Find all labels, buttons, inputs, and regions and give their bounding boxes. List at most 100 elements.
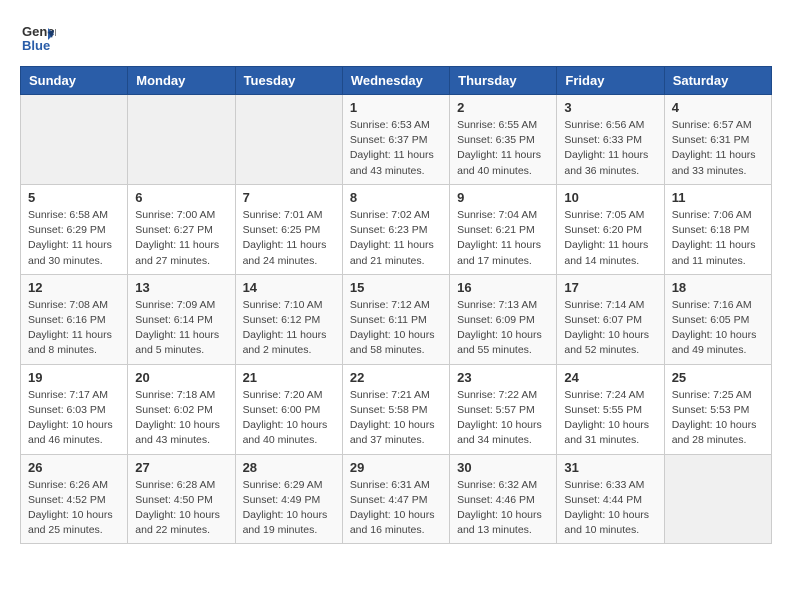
- day-number: 20: [135, 370, 227, 385]
- calendar-cell: 31 Sunrise: 6:33 AM Sunset: 4:44 PM Dayli…: [557, 454, 664, 544]
- calendar-cell: 15Sunrise: 7:12 AM Sunset: 6:11 PM Dayli…: [342, 274, 449, 364]
- day-number: 5: [28, 190, 120, 205]
- day-info: Sunrise: 6:56 AM Sunset: 6:33 PM Dayligh…: [564, 118, 656, 179]
- day-of-week-header: Monday: [128, 67, 235, 95]
- day-number: 13: [135, 280, 227, 295]
- day-info: Sunrise: 7:22 AM Sunset: 5:57 PM Dayligh…: [457, 388, 549, 449]
- calendar-cell: 10 Sunrise: 7:05 AM Sunset: 6:20 PM Dayli…: [557, 184, 664, 274]
- calendar-cell: 11 Sunrise: 7:06 AM Sunset: 6:18 PM Dayli…: [664, 184, 771, 274]
- calendar-cell: [235, 95, 342, 185]
- calendar-cell: 23 Sunrise: 7:22 AM Sunset: 5:57 PM Dayli…: [450, 364, 557, 454]
- day-info: Sunrise: 6:31 AM Sunset: 4:47 PM Dayligh…: [350, 478, 442, 539]
- day-info: Sunrise: 7:20 AM Sunset: 6:00 PM Dayligh…: [243, 388, 335, 449]
- day-number: 9: [457, 190, 549, 205]
- day-number: 16: [457, 280, 549, 295]
- page-header: General Blue: [20, 20, 772, 56]
- day-info: Sunrise: 7:16 AM Sunset: 6:05 PM Dayligh…: [672, 298, 764, 359]
- calendar-cell: 24 Sunrise: 7:24 AM Sunset: 5:55 PM Dayli…: [557, 364, 664, 454]
- day-info: Sunrise: 7:17 AM Sunset: 6:03 PM Dayligh…: [28, 388, 120, 449]
- day-of-week-header: Friday: [557, 67, 664, 95]
- day-number: 24: [564, 370, 656, 385]
- day-info: Sunrise: 7:00 AM Sunset: 6:27 PM Dayligh…: [135, 208, 227, 269]
- day-of-week-header: Tuesday: [235, 67, 342, 95]
- day-number: 19: [28, 370, 120, 385]
- calendar-cell: 25Sunrise: 7:25 AM Sunset: 5:53 PM Dayli…: [664, 364, 771, 454]
- day-number: 29: [350, 460, 442, 475]
- calendar-cell: 4 Sunrise: 6:57 AM Sunset: 6:31 PM Daylig…: [664, 95, 771, 185]
- day-number: 12: [28, 280, 120, 295]
- day-info: Sunrise: 6:33 AM Sunset: 4:44 PM Dayligh…: [564, 478, 656, 539]
- day-info: Sunrise: 7:02 AM Sunset: 6:23 PM Dayligh…: [350, 208, 442, 269]
- calendar-cell: 12 Sunrise: 7:08 AM Sunset: 6:16 PM Dayli…: [21, 274, 128, 364]
- day-number: 26: [28, 460, 120, 475]
- day-info: Sunrise: 6:57 AM Sunset: 6:31 PM Dayligh…: [672, 118, 764, 179]
- day-info: Sunrise: 7:10 AM Sunset: 6:12 PM Dayligh…: [243, 298, 335, 359]
- day-number: 10: [564, 190, 656, 205]
- calendar-cell: [21, 95, 128, 185]
- day-number: 6: [135, 190, 227, 205]
- calendar-cell: 14 Sunrise: 7:10 AM Sunset: 6:12 PM Dayli…: [235, 274, 342, 364]
- calendar-cell: 21 Sunrise: 7:20 AM Sunset: 6:00 PM Dayli…: [235, 364, 342, 454]
- day-number: 11: [672, 190, 764, 205]
- day-info: Sunrise: 7:06 AM Sunset: 6:18 PM Dayligh…: [672, 208, 764, 269]
- calendar-cell: 8 Sunrise: 7:02 AM Sunset: 6:23 PM Daylig…: [342, 184, 449, 274]
- calendar-cell: 30 Sunrise: 6:32 AM Sunset: 4:46 PM Dayli…: [450, 454, 557, 544]
- logo: General Blue: [20, 20, 60, 56]
- day-info: Sunrise: 6:26 AM Sunset: 4:52 PM Dayligh…: [28, 478, 120, 539]
- day-number: 14: [243, 280, 335, 295]
- day-info: Sunrise: 7:04 AM Sunset: 6:21 PM Dayligh…: [457, 208, 549, 269]
- day-number: 4: [672, 100, 764, 115]
- day-info: Sunrise: 6:29 AM Sunset: 4:49 PM Dayligh…: [243, 478, 335, 539]
- calendar-header-row: SundayMondayTuesdayWednesdayThursdayFrid…: [21, 67, 772, 95]
- day-number: 23: [457, 370, 549, 385]
- day-info: Sunrise: 6:55 AM Sunset: 6:35 PM Dayligh…: [457, 118, 549, 179]
- day-info: Sunrise: 6:28 AM Sunset: 4:50 PM Dayligh…: [135, 478, 227, 539]
- day-of-week-header: Wednesday: [342, 67, 449, 95]
- day-info: Sunrise: 7:18 AM Sunset: 6:02 PM Dayligh…: [135, 388, 227, 449]
- day-number: 27: [135, 460, 227, 475]
- calendar-week-row: 1Sunrise: 6:53 AM Sunset: 6:37 PM Daylig…: [21, 95, 772, 185]
- calendar-cell: 18 Sunrise: 7:16 AM Sunset: 6:05 PM Dayli…: [664, 274, 771, 364]
- day-info: Sunrise: 6:53 AM Sunset: 6:37 PM Dayligh…: [350, 118, 442, 179]
- calendar-cell: 3 Sunrise: 6:56 AM Sunset: 6:33 PM Daylig…: [557, 95, 664, 185]
- day-info: Sunrise: 7:21 AM Sunset: 5:58 PM Dayligh…: [350, 388, 442, 449]
- day-info: Sunrise: 7:01 AM Sunset: 6:25 PM Dayligh…: [243, 208, 335, 269]
- day-info: Sunrise: 7:25 AM Sunset: 5:53 PM Dayligh…: [672, 388, 764, 449]
- calendar-cell: 6 Sunrise: 7:00 AM Sunset: 6:27 PM Daylig…: [128, 184, 235, 274]
- day-of-week-header: Saturday: [664, 67, 771, 95]
- day-number: 30: [457, 460, 549, 475]
- day-info: Sunrise: 7:09 AM Sunset: 6:14 PM Dayligh…: [135, 298, 227, 359]
- calendar-cell: [664, 454, 771, 544]
- day-number: 21: [243, 370, 335, 385]
- day-number: 8: [350, 190, 442, 205]
- day-info: Sunrise: 7:14 AM Sunset: 6:07 PM Dayligh…: [564, 298, 656, 359]
- calendar-week-row: 12 Sunrise: 7:08 AM Sunset: 6:16 PM Dayli…: [21, 274, 772, 364]
- calendar-cell: 29 Sunrise: 6:31 AM Sunset: 4:47 PM Dayli…: [342, 454, 449, 544]
- calendar-cell: 22 Sunrise: 7:21 AM Sunset: 5:58 PM Dayli…: [342, 364, 449, 454]
- day-number: 31: [564, 460, 656, 475]
- calendar-cell: 28 Sunrise: 6:29 AM Sunset: 4:49 PM Dayli…: [235, 454, 342, 544]
- calendar-cell: 13 Sunrise: 7:09 AM Sunset: 6:14 PM Dayli…: [128, 274, 235, 364]
- calendar-cell: 1Sunrise: 6:53 AM Sunset: 6:37 PM Daylig…: [342, 95, 449, 185]
- day-info: Sunrise: 7:24 AM Sunset: 5:55 PM Dayligh…: [564, 388, 656, 449]
- day-info: Sunrise: 6:32 AM Sunset: 4:46 PM Dayligh…: [457, 478, 549, 539]
- day-number: 3: [564, 100, 656, 115]
- day-number: 18: [672, 280, 764, 295]
- day-of-week-header: Sunday: [21, 67, 128, 95]
- calendar-week-row: 26 Sunrise: 6:26 AM Sunset: 4:52 PM Dayli…: [21, 454, 772, 544]
- day-number: 22: [350, 370, 442, 385]
- day-of-week-header: Thursday: [450, 67, 557, 95]
- day-number: 28: [243, 460, 335, 475]
- day-info: Sunrise: 7:08 AM Sunset: 6:16 PM Dayligh…: [28, 298, 120, 359]
- calendar-cell: 9 Sunrise: 7:04 AM Sunset: 6:21 PM Daylig…: [450, 184, 557, 274]
- calendar-cell: 16 Sunrise: 7:13 AM Sunset: 6:09 PM Dayli…: [450, 274, 557, 364]
- day-info: Sunrise: 7:05 AM Sunset: 6:20 PM Dayligh…: [564, 208, 656, 269]
- calendar-cell: 7 Sunrise: 7:01 AM Sunset: 6:25 PM Daylig…: [235, 184, 342, 274]
- calendar-cell: 26 Sunrise: 6:26 AM Sunset: 4:52 PM Dayli…: [21, 454, 128, 544]
- svg-text:Blue: Blue: [22, 38, 50, 53]
- calendar-week-row: 5Sunrise: 6:58 AM Sunset: 6:29 PM Daylig…: [21, 184, 772, 274]
- calendar-cell: [128, 95, 235, 185]
- calendar-cell: 20 Sunrise: 7:18 AM Sunset: 6:02 PM Dayli…: [128, 364, 235, 454]
- day-number: 7: [243, 190, 335, 205]
- day-info: Sunrise: 7:13 AM Sunset: 6:09 PM Dayligh…: [457, 298, 549, 359]
